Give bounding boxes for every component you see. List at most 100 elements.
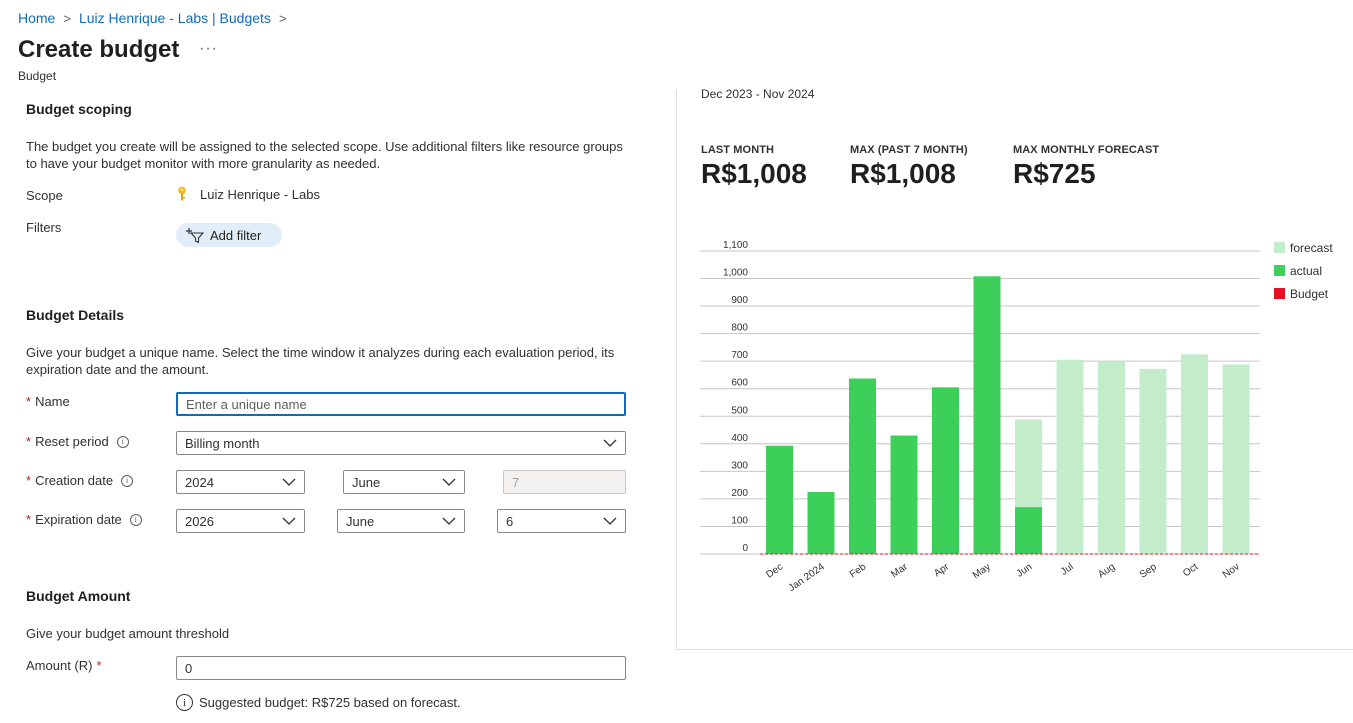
actual-bar — [973, 276, 1001, 554]
name-label: * Name — [26, 394, 70, 409]
forecast-bar — [1181, 354, 1208, 554]
kpi-label: MAX MONTHLY FORECAST — [1013, 144, 1160, 156]
amount-label: Amount (R) * — [26, 658, 102, 673]
budget-scoping-title: Budget scoping — [26, 101, 132, 117]
kpi-value: R$1,008 — [850, 158, 956, 189]
actual-bar — [849, 378, 876, 554]
x-tick-label: Jun — [1015, 561, 1035, 579]
expiration-date-label: * Expiration date i — [26, 512, 142, 527]
x-tick-label: Aug — [1096, 561, 1117, 580]
required-indicator: * — [26, 394, 32, 409]
breadcrumb-separator: > — [278, 10, 287, 26]
breadcrumb-home-link[interactable]: Home — [18, 10, 55, 26]
page-subtitle: Budget — [18, 69, 57, 83]
add-filter-label: Add filter — [210, 227, 262, 243]
actual-bar — [807, 492, 835, 554]
reset-period-dropdown[interactable]: Billing month — [176, 431, 626, 455]
required-indicator: * — [26, 434, 32, 449]
actual-bar — [932, 387, 959, 554]
amount-input-value: 0 — [185, 660, 193, 676]
budget-amount-title: Budget Amount — [26, 588, 131, 604]
chevron-down-icon — [442, 478, 456, 486]
kpi-value: R$725 — [1013, 158, 1096, 189]
budget-amount-description: Give your budget amount threshold — [26, 626, 230, 641]
chevron-down-icon — [282, 517, 296, 525]
x-tick-label: Dec — [764, 561, 785, 580]
forecast-bar — [1222, 364, 1250, 554]
chart-period: Dec 2023 - Nov 2024 — [701, 87, 815, 101]
breadcrumb-budgets-link[interactable]: Luiz Henrique - Labs | Budgets — [79, 10, 271, 26]
reset-period-label: * Reset period i — [26, 434, 129, 449]
panel-divider — [676, 90, 677, 650]
budget-chart: 0 100 200 300 400 500 600 700 800 900 1,000 1,100 De… — [700, 240, 1333, 594]
creation-date-label: * Creation date i — [26, 473, 134, 488]
chevron-down-icon — [603, 439, 617, 447]
x-tick-label: Oct — [1181, 561, 1200, 579]
required-indicator: * — [26, 473, 32, 488]
forecast-bar — [1056, 359, 1084, 554]
legend-swatch-budget — [1274, 288, 1285, 299]
suggested-budget: i Suggested budget: R$725 based on forec… — [176, 694, 461, 711]
kpi-value: R$1,008 — [701, 158, 807, 189]
budget-scoping-description: The budget you create will be assigned t… — [26, 139, 623, 171]
x-tick-label: Feb — [848, 561, 869, 580]
forecast-bar — [1139, 368, 1167, 554]
creation-day-value: 7 — [512, 474, 520, 490]
creation-year-dropdown[interactable]: 2024 — [176, 470, 305, 494]
y-tick-label: 100 — [731, 515, 748, 526]
kpi-label: MAX (PAST 7 MONTH) — [850, 144, 968, 156]
kpi-max-forecast: MAX MONTHLY FORECAST R$725 — [1013, 144, 1159, 190]
y-tick-label: 800 — [731, 323, 748, 334]
panel-divider — [676, 649, 1353, 650]
creation-day-input: 7 — [503, 470, 626, 494]
x-tick-label: Jul — [1059, 561, 1076, 577]
more-options-button[interactable]: ··· — [199, 40, 218, 58]
x-tick-label: May — [971, 561, 993, 581]
info-icon[interactable]: i — [116, 435, 129, 448]
required-indicator: * — [26, 512, 32, 527]
y-tick-label: 500 — [731, 405, 748, 416]
legend-swatch-actual — [1274, 265, 1285, 276]
chevron-down-icon — [603, 517, 617, 525]
info-icon[interactable]: i — [129, 513, 142, 526]
x-tick-label: Mar — [889, 561, 910, 580]
scope-label: Scope — [26, 188, 63, 203]
chevron-down-icon — [442, 517, 456, 525]
actual-bar — [890, 435, 918, 554]
x-tick-label: Sep — [1138, 561, 1159, 580]
legend-label-forecast: forecast — [1290, 241, 1333, 255]
amount-input[interactable]: 0 — [176, 656, 626, 680]
budget-details-description: Give your budget a unique name. Select t… — [26, 345, 615, 377]
suggested-budget-text: Suggested budget: R$725 based on forecas… — [199, 695, 461, 710]
y-tick-label: 200 — [731, 488, 748, 499]
kpi-label: LAST MONTH — [701, 144, 775, 156]
scope-value: Luiz Henrique - Labs — [200, 186, 320, 202]
add-filter-button[interactable]: Add filter — [176, 223, 282, 247]
expiration-day-dropdown[interactable]: 6 — [497, 509, 626, 533]
expiration-year-dropdown[interactable]: 2026 — [176, 509, 305, 533]
breadcrumb-separator: > — [63, 10, 71, 26]
legend-label-actual: actual — [1290, 264, 1322, 278]
kpi-last-month: LAST MONTH R$1,008 — [701, 144, 807, 190]
creation-month-value: June — [352, 474, 381, 490]
y-tick-label: 1,100 — [723, 240, 748, 251]
budget-details-title: Budget Details — [26, 307, 125, 323]
add-filter-icon — [186, 227, 204, 243]
filters-label: Filters — [26, 220, 62, 235]
y-tick-label: 400 — [731, 433, 748, 444]
actual-bar — [1015, 507, 1042, 554]
scope-selector[interactable]: Luiz Henrique - Labs — [176, 186, 320, 202]
y-tick-label: 0 — [742, 543, 748, 554]
reset-period-value: Billing month — [185, 435, 260, 451]
x-tick-label: Nov — [1221, 561, 1242, 580]
expiration-year-value: 2026 — [185, 513, 214, 529]
x-tick-label: Jan 2024 — [787, 561, 827, 594]
info-icon[interactable]: i — [121, 474, 134, 487]
creation-month-dropdown[interactable]: June — [343, 470, 465, 494]
info-icon: i — [176, 694, 193, 711]
name-input[interactable]: Enter a unique name — [176, 392, 626, 416]
legend-swatch-forecast — [1274, 242, 1285, 253]
chevron-down-icon — [282, 478, 296, 486]
expiration-day-value: 6 — [506, 513, 514, 529]
expiration-month-dropdown[interactable]: June — [337, 509, 465, 533]
